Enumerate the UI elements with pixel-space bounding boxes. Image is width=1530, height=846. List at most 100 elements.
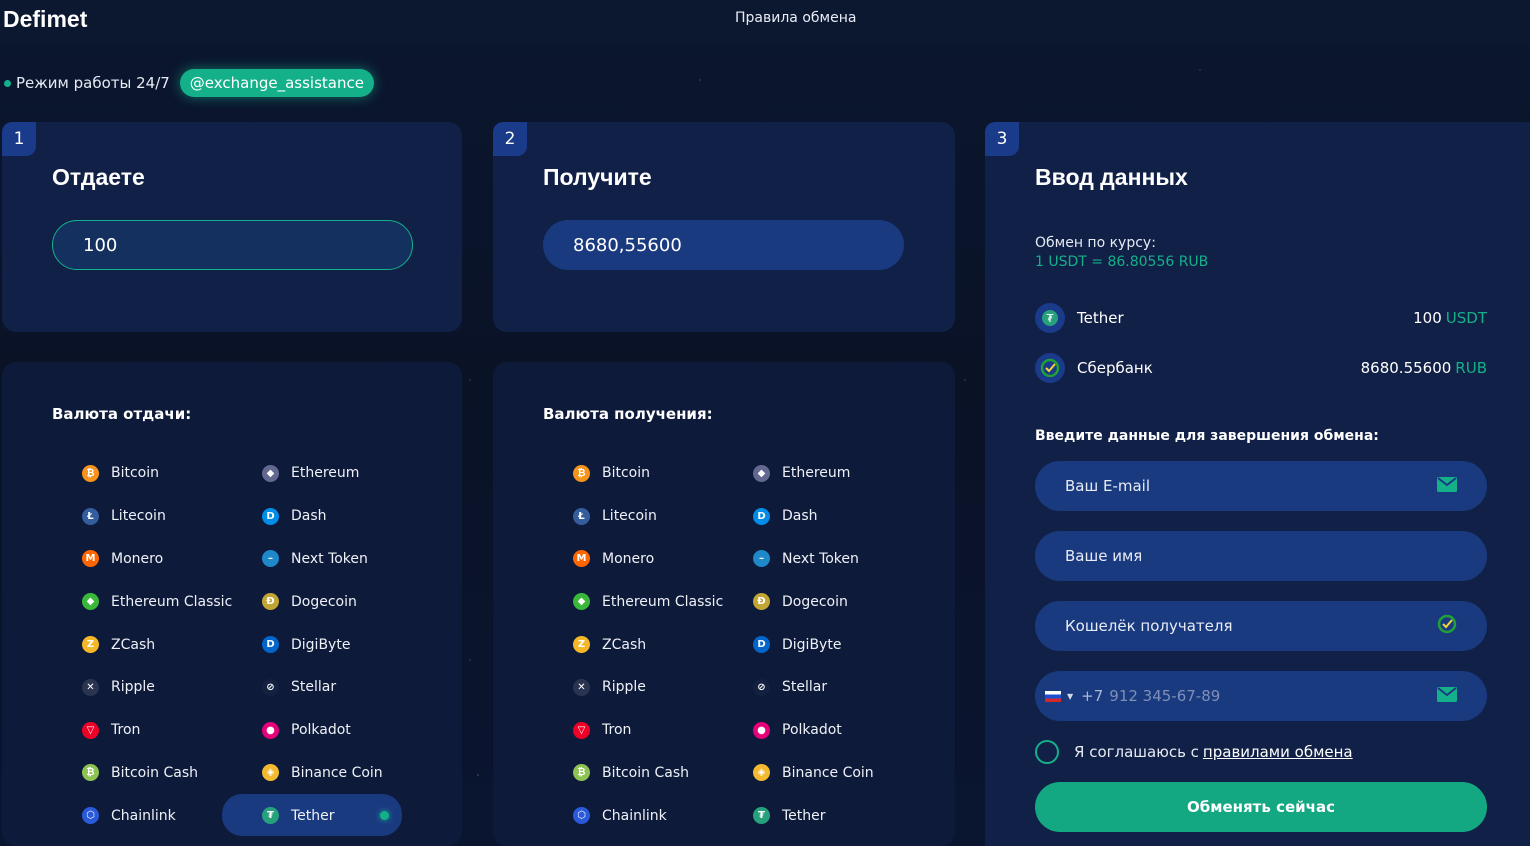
sberbank-icon — [1035, 353, 1065, 383]
bitcoin-cash-icon: ₿ — [82, 764, 99, 782]
coin-item-polkadot[interactable]: ● Polkadot — [743, 709, 913, 752]
coin-item-ripple[interactable]: ✕ Ripple — [72, 666, 252, 709]
name-field-wrapper — [1035, 531, 1487, 581]
coin-label: Dogecoin — [291, 593, 357, 610]
coin-item-zcash[interactable]: Z ZCash — [72, 623, 252, 666]
coin-item-stellar[interactable]: ⊘ Stellar — [743, 666, 913, 709]
phone-field[interactable] — [1109, 687, 1437, 705]
receive-currency-title: Валюта получения: — [543, 405, 713, 423]
binance-coin-icon: ◈ — [753, 764, 770, 782]
coin-label: Chainlink — [602, 807, 667, 824]
coin-label: Monero — [602, 550, 655, 567]
site-logo[interactable]: Defimet — [3, 6, 87, 33]
coin-item-tron[interactable]: ▽ Tron — [72, 709, 252, 752]
coin-item-binance-coin[interactable]: ◈ Binance Coin — [252, 752, 422, 795]
wallet-field[interactable] — [1065, 617, 1437, 635]
give-amount-input[interactable] — [52, 220, 413, 270]
bitcoin-icon: ₿ — [573, 464, 590, 482]
coin-item-dogecoin[interactable]: Ð Dogecoin — [743, 580, 913, 623]
agree-rules-link[interactable]: правилами обмена — [1203, 743, 1353, 761]
coin-item-ethereum[interactable]: ◆ Ethereum — [743, 452, 913, 495]
coin-item-stellar[interactable]: ⊘ Stellar — [252, 666, 422, 709]
coin-label: Bitcoin Cash — [602, 764, 689, 781]
polkadot-icon: ● — [262, 721, 279, 739]
coin-label: Ethereum Classic — [111, 593, 233, 610]
exchange-now-button[interactable]: Обменять сейчас — [1035, 782, 1487, 832]
email-field-wrapper — [1035, 461, 1487, 511]
coin-label: DigiByte — [291, 636, 351, 653]
give-currency-title: Валюта отдачи: — [52, 405, 192, 423]
coin-label: Next Token — [782, 550, 859, 567]
litecoin-icon: Ł — [82, 507, 99, 525]
coin-label: Dash — [291, 508, 327, 525]
summary-receive-name: Сбербанк — [1077, 359, 1153, 377]
envelope-icon — [1437, 686, 1457, 706]
exchange-rules-link[interactable]: Правила обмена — [735, 10, 856, 26]
stellar-icon: ⊘ — [753, 678, 770, 696]
status-row: Режим работы 24/7 @exchange_assistance — [0, 68, 374, 98]
coin-item-digibyte[interactable]: D DigiByte — [252, 623, 422, 666]
telegram-contact-badge[interactable]: @exchange_assistance — [179, 69, 374, 97]
coin-label: Polkadot — [782, 722, 842, 739]
selected-indicator-dot — [380, 811, 389, 821]
coin-item-next-token[interactable]: – Next Token — [743, 538, 913, 581]
receive-amount-input[interactable] — [543, 220, 904, 270]
coin-item-bitcoin[interactable]: ₿ Bitcoin — [563, 452, 743, 495]
litecoin-icon: Ł — [573, 507, 590, 525]
coin-item-binance-coin[interactable]: ◈ Binance Coin — [743, 752, 913, 795]
ethereum-classic-icon: ◆ — [573, 593, 590, 611]
ethereum-icon: ◆ — [262, 464, 279, 482]
coin-item-polkadot[interactable]: ● Polkadot — [252, 709, 422, 752]
coin-label: Ethereum — [291, 465, 360, 482]
monero-icon: M — [82, 550, 99, 568]
coin-item-ethereum-classic[interactable]: ◆ Ethereum Classic — [563, 580, 743, 623]
data-entry-title: Ввод данных — [1035, 164, 1188, 190]
coin-item-litecoin[interactable]: Ł Litecoin — [563, 495, 743, 538]
name-field[interactable] — [1065, 547, 1457, 565]
agree-checkbox[interactable] — [1035, 740, 1059, 764]
zcash-icon: Z — [82, 636, 99, 654]
chevron-down-icon[interactable]: ▼ — [1067, 692, 1073, 701]
summary-give-currency: USDT — [1445, 309, 1487, 327]
wallet-field-wrapper — [1035, 601, 1487, 651]
bitcoin-cash-icon: ₿ — [573, 764, 590, 782]
step-number-3: 3 — [985, 122, 1019, 156]
coin-item-chainlink[interactable]: ⬡ Chainlink — [563, 794, 743, 837]
coin-item-ethereum-classic[interactable]: ◆ Ethereum Classic — [72, 580, 252, 623]
rate-value: 1 USDT = 86.80556 RUB — [1035, 254, 1209, 270]
coin-item-dash[interactable]: D Dash — [743, 495, 913, 538]
coin-label: Tron — [111, 722, 141, 739]
coin-item-ripple[interactable]: ✕ Ripple — [563, 666, 743, 709]
coin-item-ethereum[interactable]: ◆ Ethereum — [252, 452, 422, 495]
email-field[interactable] — [1065, 477, 1437, 495]
ethereum-icon: ◆ — [753, 464, 770, 482]
coin-item-tether[interactable]: ₮ Tether — [743, 794, 913, 837]
coin-item-digibyte[interactable]: D DigiByte — [743, 623, 913, 666]
coin-item-bitcoin-cash[interactable]: ₿ Bitcoin Cash — [563, 752, 743, 795]
give-coin-grid: ₿ Bitcoin ◆ Ethereum Ł Litecoin D Dash M Monero – N… — [72, 452, 422, 837]
coin-label: Ripple — [602, 679, 646, 696]
coin-label: Ethereum Classic — [602, 593, 724, 610]
ripple-icon: ✕ — [573, 678, 590, 696]
step-number-2: 2 — [493, 122, 527, 156]
coin-item-bitcoin[interactable]: ₿ Bitcoin — [72, 452, 252, 495]
coin-item-monero[interactable]: M Monero — [563, 538, 743, 581]
coin-item-dash[interactable]: D Dash — [252, 495, 422, 538]
russia-flag-icon[interactable] — [1045, 690, 1061, 702]
receive-title: Получите — [543, 164, 652, 190]
coin-item-monero[interactable]: M Monero — [72, 538, 252, 581]
coin-item-dogecoin[interactable]: Ð Dogecoin — [252, 580, 422, 623]
working-hours: Режим работы 24/7 — [16, 74, 170, 92]
coin-item-bitcoin-cash[interactable]: ₿ Bitcoin Cash — [72, 752, 252, 795]
coin-item-tether[interactable]: ₮ Tether — [222, 794, 422, 837]
coin-item-next-token[interactable]: – Next Token — [252, 538, 422, 581]
coin-item-zcash[interactable]: Z ZCash — [563, 623, 743, 666]
coin-label: Binance Coin — [782, 764, 874, 781]
tether-icon: ₮ — [262, 807, 279, 825]
receive-coin-grid: ₿ Bitcoin ◆ Ethereum Ł Litecoin D Dash M Monero – N… — [563, 452, 913, 837]
coin-label: Binance Coin — [291, 764, 383, 781]
coin-item-tron[interactable]: ▽ Tron — [563, 709, 743, 752]
coin-item-chainlink[interactable]: ⬡ Chainlink — [72, 794, 252, 837]
coin-label: Tether — [291, 807, 335, 824]
coin-item-litecoin[interactable]: Ł Litecoin — [72, 495, 252, 538]
